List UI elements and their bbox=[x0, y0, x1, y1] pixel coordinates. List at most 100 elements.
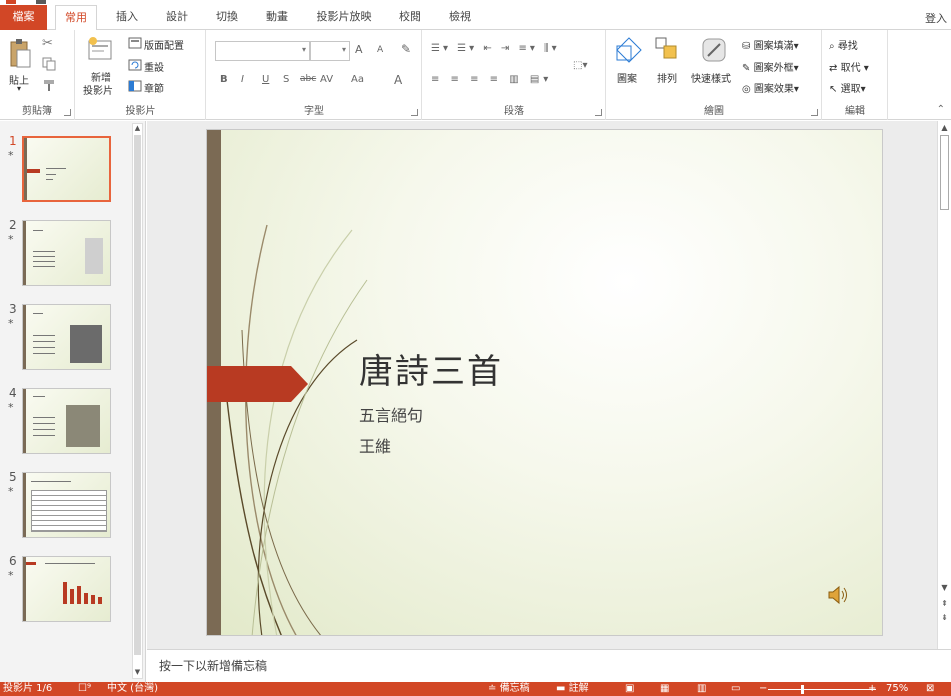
text-direction-icon[interactable]: ⬚▾ bbox=[573, 60, 587, 71]
tab-slideshow[interactable]: 投影片放映 bbox=[306, 5, 382, 30]
slide-thumbnail-5[interactable] bbox=[22, 472, 111, 538]
scroll-up-icon[interactable]: ▲ bbox=[133, 124, 142, 134]
slide-title[interactable]: 唐詩三首 bbox=[359, 344, 503, 393]
reset-button[interactable]: 重設 bbox=[144, 59, 164, 74]
tab-review[interactable]: 校閱 bbox=[390, 5, 430, 30]
italic-button[interactable]: I bbox=[241, 74, 244, 85]
comments-toggle[interactable]: ▬ 註解 bbox=[556, 682, 589, 696]
clipboard-launcher-icon[interactable] bbox=[64, 109, 71, 116]
shape-outline-button[interactable]: ✎ 圖案外框▾ bbox=[742, 59, 799, 74]
clear-format-icon[interactable]: ✎ bbox=[401, 42, 411, 56]
slide-thumbnail-2[interactable] bbox=[22, 220, 111, 286]
ribbon: 貼上 ▾ ✂ 剪貼簿 新增 投影片 版面配置 重設 章節 投影片 A A bbox=[0, 30, 951, 120]
slide-thumbnail-4[interactable] bbox=[22, 388, 111, 454]
comments-toggle-label: 註解 bbox=[568, 683, 589, 694]
tab-view[interactable]: 檢視 bbox=[440, 5, 480, 30]
slide-thumbnail-6[interactable] bbox=[22, 556, 111, 622]
bold-button[interactable]: B bbox=[220, 74, 228, 85]
font-launcher-icon[interactable] bbox=[411, 109, 418, 116]
notes-placeholder[interactable]: 按一下以新增備忘稿 bbox=[159, 657, 267, 674]
replace-button[interactable]: ⇄ 取代 ▾ bbox=[829, 59, 869, 74]
zoom-in-icon[interactable]: + bbox=[868, 682, 876, 696]
align-icons[interactable]: ≡ ≡ ≡ ≡ ▥ ▤▾ bbox=[431, 74, 552, 85]
reading-view-icon[interactable]: ▥ bbox=[697, 682, 706, 696]
new-slide-label-2[interactable]: 投影片 bbox=[83, 82, 113, 97]
font-color-button[interactable]: A bbox=[394, 73, 402, 87]
scroll-thumb[interactable] bbox=[134, 135, 141, 655]
thumb-number: 1 bbox=[9, 134, 17, 148]
reset-icon[interactable] bbox=[128, 59, 142, 71]
select-button[interactable]: ↖ 選取▾ bbox=[829, 80, 866, 95]
thumb-text bbox=[46, 179, 53, 180]
thumb-text bbox=[33, 341, 55, 342]
paragraph-launcher-icon[interactable] bbox=[595, 109, 602, 116]
arrange-icon[interactable] bbox=[654, 36, 680, 66]
slideshow-icon[interactable]: ▭ bbox=[731, 682, 740, 696]
zoom-out-icon[interactable]: − bbox=[759, 682, 767, 696]
paste-dropdown-icon[interactable]: ▾ bbox=[17, 84, 21, 93]
change-case-button[interactable]: Aa bbox=[351, 74, 364, 85]
shape-effects-button[interactable]: ◎ 圖案效果▾ bbox=[742, 80, 799, 95]
slide-thumbnail-3[interactable] bbox=[22, 304, 111, 370]
arrange-button[interactable]: 排列 bbox=[657, 70, 677, 85]
collapse-ribbon-icon[interactable]: ⌃ bbox=[937, 104, 945, 115]
next-slide-icon[interactable]: ⇟ bbox=[939, 613, 950, 622]
animation-star-icon: * bbox=[8, 233, 14, 246]
notes-toggle[interactable]: ≐ 備忘稿 bbox=[488, 682, 530, 696]
grow-font-button[interactable]: A bbox=[355, 43, 363, 56]
speaker-icon[interactable] bbox=[827, 585, 849, 605]
section-button[interactable]: 章節 bbox=[144, 80, 164, 95]
section-icon[interactable] bbox=[128, 80, 142, 92]
slide-vertical-scrollbar[interactable]: ▲ ▼ ⇞ ⇟ bbox=[937, 121, 951, 649]
current-slide[interactable]: 唐詩三首 五言絕句 王維 bbox=[206, 129, 883, 636]
shadow-button[interactable]: S bbox=[283, 74, 289, 85]
font-size-combo[interactable] bbox=[310, 41, 350, 61]
zoom-slider-track[interactable] bbox=[768, 689, 876, 690]
fit-to-window-icon[interactable]: ⊠ bbox=[926, 682, 934, 696]
cut-icon[interactable]: ✂ bbox=[42, 36, 53, 51]
slide-subtitle-line-2[interactable]: 王維 bbox=[359, 433, 391, 457]
save-icon[interactable] bbox=[36, 0, 46, 4]
scroll-down-icon[interactable]: ▼ bbox=[133, 668, 142, 678]
shrink-font-button[interactable]: A bbox=[377, 45, 383, 55]
previous-slide-icon[interactable]: ⇞ bbox=[939, 599, 950, 608]
spelling-check-icon[interactable]: ☐⁹ bbox=[78, 682, 91, 696]
paste-icon[interactable] bbox=[8, 38, 32, 70]
scroll-down-icon[interactable]: ▼ bbox=[939, 583, 950, 592]
tab-animations[interactable]: 動畫 bbox=[257, 5, 297, 30]
tab-insert[interactable]: 插入 bbox=[107, 5, 147, 30]
tab-design[interactable]: 設計 bbox=[157, 5, 197, 30]
shape-fill-button[interactable]: ⛁ 圖案填滿▾ bbox=[742, 37, 799, 52]
find-button[interactable]: ⌕ 尋找 bbox=[829, 37, 858, 52]
normal-view-icon[interactable]: ▣ bbox=[625, 682, 634, 696]
thumbnails-scrollbar[interactable]: ▲ ▼ bbox=[132, 123, 143, 679]
slide-thumbnail-1[interactable] bbox=[22, 136, 111, 202]
layout-button[interactable]: 版面配置 bbox=[144, 37, 184, 52]
font-name-combo[interactable] bbox=[215, 41, 310, 61]
signin-link[interactable]: 登入 bbox=[925, 10, 947, 26]
format-painter-icon[interactable] bbox=[42, 78, 56, 92]
language-indicator[interactable]: 中文 (台灣) bbox=[107, 682, 158, 696]
notes-pane[interactable]: 按一下以新增備忘稿 bbox=[147, 649, 951, 682]
drawing-launcher-icon[interactable] bbox=[811, 109, 818, 116]
scroll-up-icon[interactable]: ▲ bbox=[939, 123, 950, 132]
quick-styles-button[interactable]: 快速樣式 bbox=[691, 70, 731, 85]
zoom-level[interactable]: 75% bbox=[886, 682, 908, 696]
zoom-slider-thumb[interactable] bbox=[801, 685, 804, 694]
scroll-thumb[interactable] bbox=[940, 135, 949, 210]
char-spacing-button[interactable]: AV bbox=[320, 74, 333, 85]
layout-icon[interactable] bbox=[128, 37, 142, 49]
strikethrough-button[interactable]: abc bbox=[300, 74, 316, 84]
tab-file[interactable]: 檔案 bbox=[0, 5, 47, 30]
shapes-button[interactable]: 圖案 bbox=[617, 70, 637, 85]
slide-subtitle-line-1[interactable]: 五言絕句 bbox=[359, 402, 423, 426]
bullets-icon[interactable]: ☰▾ ☰▾ ⇤ ⇥ ≡▾ ⫼▾ bbox=[431, 43, 560, 54]
quick-styles-icon[interactable] bbox=[700, 36, 730, 66]
slide-sorter-icon[interactable]: ▦ bbox=[660, 682, 669, 696]
new-slide-icon[interactable] bbox=[86, 36, 116, 66]
shapes-icon[interactable] bbox=[615, 36, 643, 66]
tab-transitions[interactable]: 切換 bbox=[207, 5, 247, 30]
copy-icon[interactable] bbox=[42, 57, 56, 71]
underline-button[interactable]: U bbox=[262, 74, 269, 85]
tab-home[interactable]: 常用 bbox=[55, 5, 97, 31]
